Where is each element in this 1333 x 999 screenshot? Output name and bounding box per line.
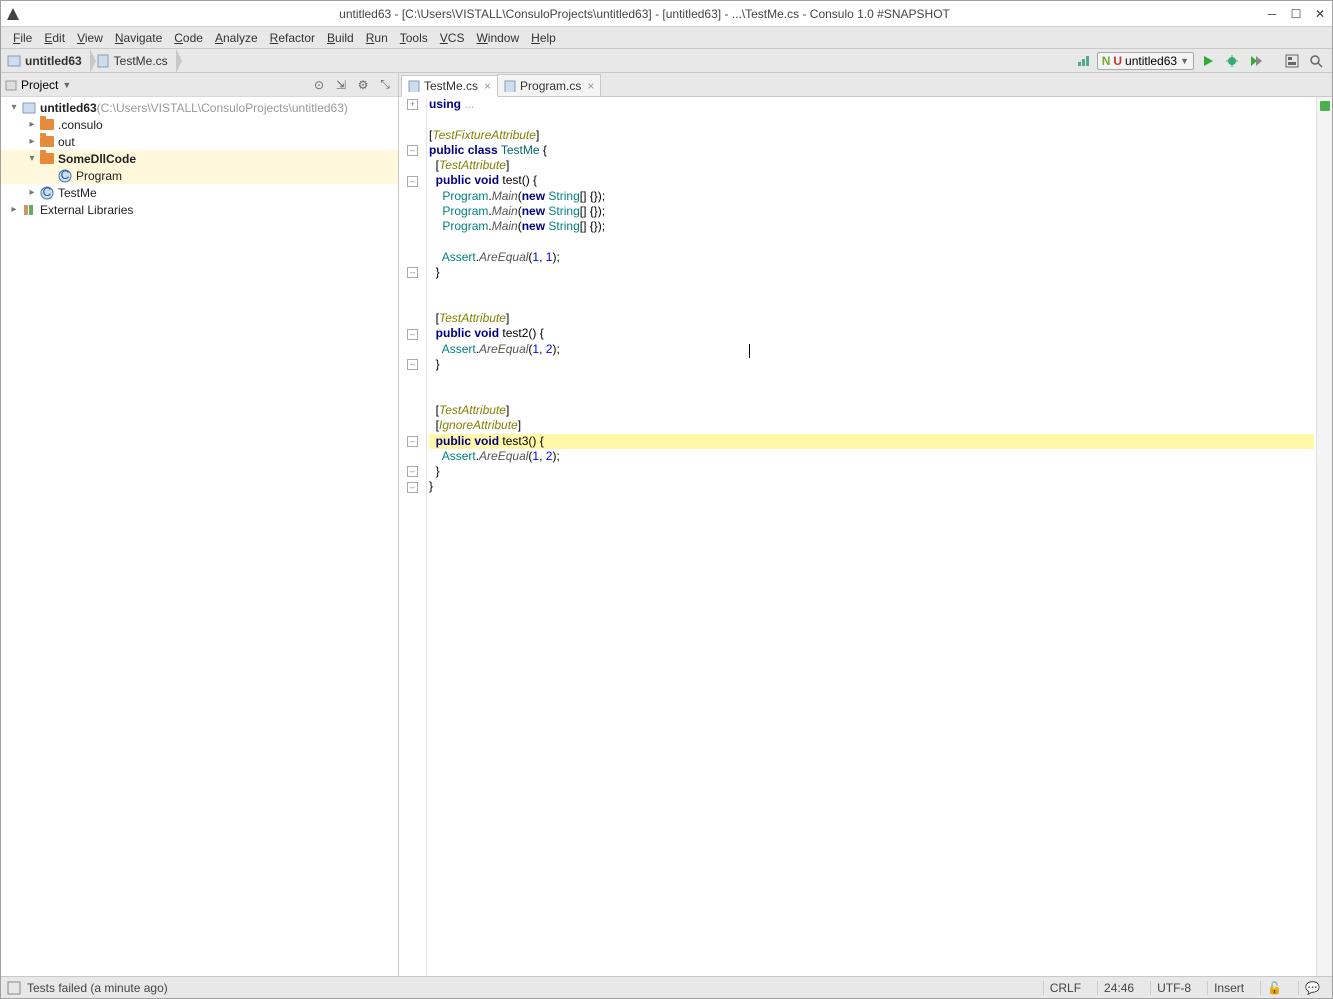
app-icon <box>5 6 21 22</box>
editor-gutter[interactable]: + – – – – – – – – <box>399 97 427 976</box>
titlebar: untitled63 - [C:\Users\VISTALL\ConsuloPr… <box>1 1 1332 27</box>
tree-row[interactable]: ▾untitled63 (C:\Users\VISTALL\ConsuloPro… <box>1 99 398 116</box>
menu-edit[interactable]: Edit <box>38 29 71 47</box>
code-editor[interactable]: using ...[TestFixtureAttribute]public cl… <box>427 97 1316 976</box>
menu-navigate[interactable]: Navigate <box>109 29 168 47</box>
fold-toggle[interactable]: – <box>407 329 418 340</box>
file-encoding[interactable]: UTF-8 <box>1150 981 1197 995</box>
gear-icon[interactable]: ⚙ <box>354 76 372 94</box>
collapse-all-icon[interactable]: ⇲ <box>332 76 350 94</box>
svg-text:C: C <box>61 169 70 182</box>
menu-help[interactable]: Help <box>525 29 562 47</box>
menubar: FileEditViewNavigateCodeAnalyzeRefactorB… <box>1 27 1332 49</box>
run-coverage-button[interactable] <box>1246 51 1266 71</box>
menu-build[interactable]: Build <box>321 29 360 47</box>
tree-row[interactable]: ▸out <box>1 133 398 150</box>
tree-row[interactable]: ▾SomeDllCode <box>1 150 398 167</box>
notifications-icon[interactable]: 💬 <box>1298 981 1326 995</box>
status-icon <box>7 981 21 995</box>
fold-toggle[interactable]: – <box>407 145 418 156</box>
status-bar: Tests failed (a minute ago) CRLF 24:46 U… <box>1 976 1332 998</box>
menu-tools[interactable]: Tools <box>394 29 434 47</box>
fold-toggle[interactable]: + <box>407 99 418 110</box>
hide-icon[interactable]: ⤡ <box>376 76 394 94</box>
navbar: untitled63TestMe.cs NU untitled63 ▼ <box>1 49 1332 73</box>
chevron-down-icon: ▼ <box>62 80 71 90</box>
debug-button[interactable] <box>1222 51 1242 71</box>
fold-toggle[interactable]: – <box>407 176 418 187</box>
make-button[interactable] <box>1073 51 1093 71</box>
breadcrumb: untitled63TestMe.cs <box>1 49 1073 72</box>
line-separator[interactable]: CRLF <box>1043 981 1087 995</box>
tree-row[interactable]: CProgram <box>1 167 398 184</box>
chevron-down-icon: ▼ <box>1180 56 1189 66</box>
svg-text:C: C <box>43 186 52 199</box>
error-stripe[interactable] <box>1316 97 1332 976</box>
tree-row[interactable]: ▸External Libraries <box>1 201 398 218</box>
run-button[interactable] <box>1198 51 1218 71</box>
menu-view[interactable]: View <box>71 29 109 47</box>
sidebar-title[interactable]: Project ▼ <box>5 78 306 92</box>
run-config-label: untitled63 <box>1125 54 1177 68</box>
menu-run[interactable]: Run <box>360 29 394 47</box>
fold-toggle[interactable]: – <box>407 482 418 493</box>
insert-mode[interactable]: Insert <box>1207 981 1250 995</box>
maximize-button[interactable]: ☐ <box>1288 7 1304 21</box>
menu-file[interactable]: File <box>7 29 38 47</box>
menu-code[interactable]: Code <box>168 29 209 47</box>
close-icon[interactable]: × <box>587 79 594 93</box>
fold-toggle[interactable]: – <box>407 359 418 370</box>
scroll-from-source-icon[interactable]: ⊙ <box>310 76 328 94</box>
project-structure-button[interactable] <box>1282 51 1302 71</box>
fold-toggle[interactable]: – <box>407 436 418 447</box>
caret-position[interactable]: 24:46 <box>1097 981 1140 995</box>
inspection-ok-indicator <box>1320 101 1330 111</box>
menu-analyze[interactable]: Analyze <box>209 29 264 47</box>
menu-window[interactable]: Window <box>470 29 525 47</box>
project-tree[interactable]: ▾untitled63 (C:\Users\VISTALL\ConsuloPro… <box>1 97 398 976</box>
close-button[interactable]: ✕ <box>1312 7 1328 21</box>
breadcrumb-item[interactable]: untitled63 <box>1 49 90 72</box>
project-icon <box>5 79 17 91</box>
menu-refactor[interactable]: Refactor <box>264 29 321 47</box>
readonly-toggle-icon[interactable]: 🔓 <box>1260 981 1288 995</box>
menu-vcs[interactable]: VCS <box>434 29 471 47</box>
fold-toggle[interactable]: – <box>407 267 418 278</box>
minimize-button[interactable]: ─ <box>1264 7 1280 21</box>
fold-toggle[interactable]: – <box>407 466 418 477</box>
breadcrumb-item[interactable]: TestMe.cs <box>90 49 176 72</box>
project-sidebar: Project ▼ ⊙ ⇲ ⚙ ⤡ ▾untitled63 (C:\Users\… <box>1 73 399 976</box>
editor-tabs: TestMe.cs×Program.cs× <box>399 73 1332 97</box>
close-icon[interactable]: × <box>484 79 491 93</box>
status-message: Tests failed (a minute ago) <box>27 981 168 995</box>
window-title: untitled63 - [C:\Users\VISTALL\ConsuloPr… <box>25 7 1264 21</box>
search-everywhere-button[interactable] <box>1306 51 1326 71</box>
run-config-selector[interactable]: NU untitled63 ▼ <box>1097 52 1194 70</box>
editor-tab[interactable]: TestMe.cs× <box>401 75 498 97</box>
tree-row[interactable]: ▸.consulo <box>1 116 398 133</box>
tree-row[interactable]: ▸CTestMe <box>1 184 398 201</box>
editor-tab[interactable]: Program.cs× <box>497 74 601 96</box>
